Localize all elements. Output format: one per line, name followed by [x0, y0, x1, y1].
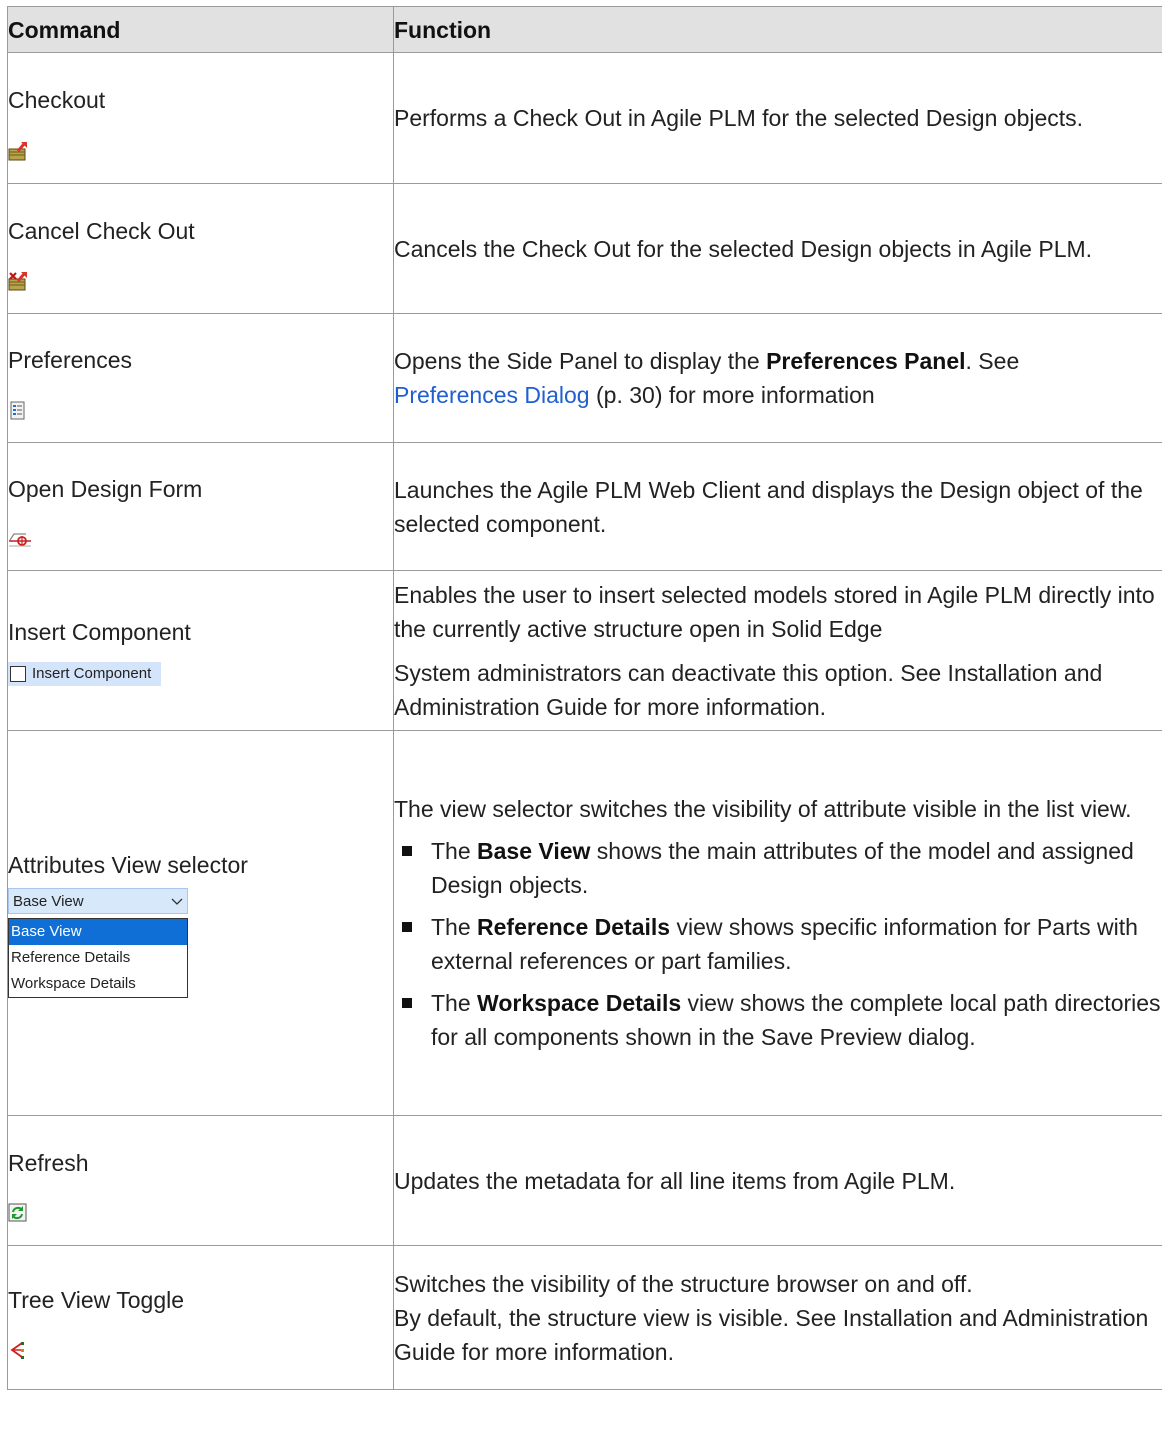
table-row: Open Design Form Launches the Agile PLM …	[7, 442, 1162, 571]
preferences-icon	[8, 396, 28, 420]
bullet-pre: The	[431, 838, 478, 864]
function-cell: Switches the visibility of the structure…	[393, 1245, 1162, 1390]
function-text-secondary: By default, the structure view is visibl…	[394, 1304, 1149, 1365]
view-option-reference[interactable]: Reference Details	[9, 945, 187, 971]
table-row: Refresh Updates the metadata for all lin…	[7, 1115, 1162, 1246]
function-cell: The view selector switches the visibilit…	[393, 730, 1162, 1116]
insert-component-label: Insert Component	[32, 664, 152, 682]
function-cell: Updates the metadata for all line items …	[393, 1115, 1162, 1246]
attributes-view-selector[interactable]: Base View Base View Reference Details Wo…	[8, 888, 188, 998]
view-option-workspace[interactable]: Workspace Details	[9, 971, 187, 997]
command-cell: Open Design Form	[7, 442, 394, 571]
header-function: Function	[393, 6, 1162, 53]
command-cell: Refresh	[7, 1115, 394, 1246]
command-name: Cancel Check Out	[8, 217, 195, 244]
table-row: Attributes View selector Base View Base …	[7, 730, 1162, 1116]
function-pre: Opens the Side Panel to display the	[394, 348, 767, 374]
function-cell: Performs a Check Out in Agile PLM for th…	[393, 52, 1162, 184]
command-cell: Attributes View selector Base View Base …	[7, 730, 394, 1116]
table-row: Insert Component Insert Component Enable…	[7, 570, 1162, 731]
preferences-dialog-link[interactable]: Preferences Dialog	[394, 382, 590, 408]
design-form-icon	[8, 524, 32, 547]
view-select-value: Base View	[13, 892, 84, 910]
command-name: Attributes View selector	[8, 852, 248, 878]
function-post: (p. 30) for more information	[589, 382, 875, 408]
function-cell: Launches the Agile PLM Web Client and di…	[393, 442, 1162, 571]
function-text: Performs a Check Out in Agile PLM for th…	[394, 105, 1084, 131]
bullet-pre: The	[431, 990, 478, 1016]
preferences-panel-label: Preferences Panel	[766, 348, 966, 374]
view-select-options: Base View Reference Details Workspace De…	[8, 918, 188, 998]
command-name: Insert Component	[8, 618, 191, 645]
list-item: The Workspace Details view shows the com…	[394, 986, 1162, 1054]
command-cell: Cancel Check Out	[7, 183, 394, 314]
view-select-box[interactable]: Base View	[8, 888, 188, 914]
bullet-bold: Base View	[477, 838, 591, 864]
function-text: Launches the Agile PLM Web Client and di…	[394, 476, 1143, 537]
view-option-base[interactable]: Base View	[9, 919, 187, 945]
command-name: Checkout	[8, 87, 106, 113]
header-row: Command Function	[7, 6, 1162, 53]
table-row: Preferences Opens the Side Panel to disp…	[7, 313, 1162, 443]
command-name: Open Design Form	[8, 475, 203, 502]
command-cell: Preferences	[7, 313, 394, 443]
checkbox-icon[interactable]	[10, 665, 26, 682]
list-item: The Base View shows the main attributes …	[394, 834, 1162, 902]
function-text: The view selector switches the visibilit…	[394, 796, 1132, 822]
bullet-bold: Workspace Details	[477, 990, 682, 1016]
function-text: Cancels the Check Out for the selected D…	[394, 235, 1093, 262]
command-table: Command Function Checkout Performs a Che…	[7, 6, 1162, 1390]
refresh-icon	[8, 1198, 28, 1222]
function-text: Enables the user to insert selected mode…	[394, 581, 1155, 642]
command-cell: Checkout	[7, 52, 394, 184]
function-text: Switches the visibility of the structure…	[394, 1270, 973, 1297]
table-row: Tree View Toggle Switches the visibility…	[7, 1245, 1162, 1390]
function-cell: Opens the Side Panel to display the Pref…	[393, 313, 1162, 443]
bullet-bold: Reference Details	[477, 914, 671, 940]
function-text-secondary: System administrators can deactivate thi…	[394, 659, 1103, 720]
function-text: Opens the Side Panel to display the Pref…	[394, 344, 1162, 412]
function-cell: Cancels the Check Out for the selected D…	[393, 183, 1162, 314]
table-row: Cancel Check Out Cancels the Check Out f…	[7, 183, 1162, 314]
insert-component-checkbox[interactable]: Insert Component	[8, 661, 162, 686]
command-name: Preferences	[8, 347, 133, 373]
cancel-checkout-icon	[8, 266, 28, 291]
command-name: Refresh	[8, 1149, 89, 1176]
tree-view-icon	[8, 1335, 28, 1360]
command-cell: Tree View Toggle	[7, 1245, 394, 1390]
command-name: Tree View Toggle	[8, 1286, 185, 1313]
chevron-down-icon[interactable]	[171, 892, 183, 911]
function-mid: . See	[965, 348, 1020, 374]
checkout-icon	[8, 136, 28, 161]
function-cell: Enables the user to insert selected mode…	[393, 570, 1162, 731]
list-item: The Reference Details view shows specifi…	[394, 910, 1162, 978]
view-bullet-list: The Base View shows the main attributes …	[394, 834, 1162, 1054]
table-row: Checkout Performs a Check Out in Agile P…	[7, 52, 1162, 184]
bullet-pre: The	[431, 914, 478, 940]
function-text: Updates the metadata for all line items …	[394, 1167, 956, 1194]
command-cell: Insert Component Insert Component	[7, 570, 394, 731]
header-command: Command	[7, 6, 394, 53]
